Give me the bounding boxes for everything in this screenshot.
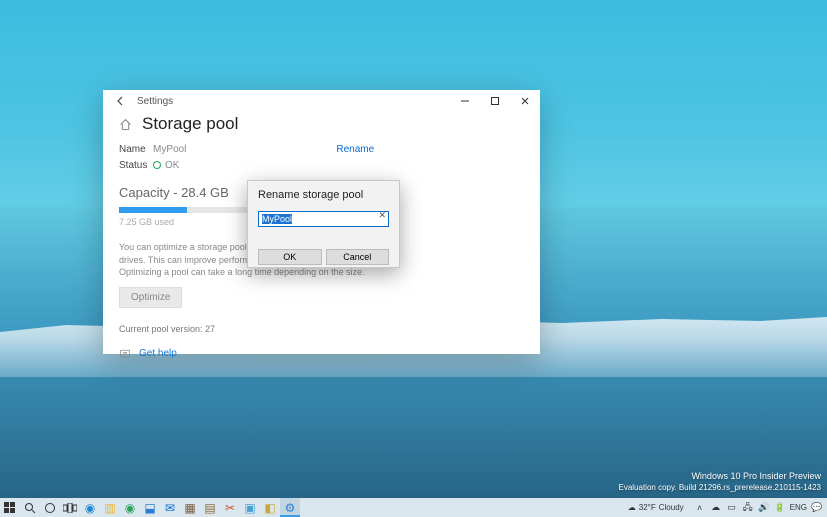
tray-language[interactable]: ENG [790, 503, 807, 512]
taskbar-app-chrome[interactable]: ◉ [120, 498, 140, 517]
task-view-button[interactable] [60, 498, 80, 517]
window-titlebar: Settings [103, 90, 540, 112]
start-button[interactable] [0, 498, 20, 517]
back-button[interactable] [111, 91, 131, 111]
taskbar-app-explorer[interactable]: ▥ [100, 498, 120, 517]
help-icon [119, 348, 131, 360]
tray-volume-icon[interactable]: 🔊 [758, 502, 770, 513]
taskbar-app-snip[interactable]: ✂ [220, 498, 240, 517]
windows-watermark: Windows 10 Pro Insider Preview Evaluatio… [618, 471, 821, 493]
home-icon[interactable] [119, 118, 132, 131]
name-value: MyPool [153, 144, 186, 155]
cortana-button[interactable] [40, 498, 60, 517]
taskbar-app-store[interactable]: ⬓ [140, 498, 160, 517]
clear-input-icon[interactable]: ✕ [378, 210, 386, 221]
tray-network-icon[interactable]: 🖧 [742, 500, 754, 516]
rename-dialog: Rename storage pool ✕ OK Cancel [247, 180, 400, 268]
name-label: Name [119, 144, 153, 155]
taskbar-app-generic4[interactable]: ◧ [260, 498, 280, 517]
dialog-title: Rename storage pool [258, 189, 389, 201]
tray-notifications-icon[interactable]: 💬 [811, 502, 823, 513]
taskbar-app-settings[interactable]: ⚙ [280, 498, 300, 517]
optimize-button[interactable]: Optimize [119, 287, 182, 308]
tray-battery-icon[interactable]: 🔋 [774, 502, 786, 513]
taskbar: ◉ ▥ ◉ ⬓ ✉ ▦ ▤ ✂ ▣ ◧ ⚙ ☁ 32°F Cloudy ˄ ☁ … [0, 498, 827, 517]
tray-chevron-icon[interactable]: ˄ [694, 503, 706, 513]
weather-icon: ☁ [628, 503, 636, 512]
taskbar-app-generic3[interactable]: ▣ [240, 498, 260, 517]
taskbar-app-edge[interactable]: ◉ [80, 498, 100, 517]
page-title: Storage pool [142, 114, 238, 134]
tray-meet-icon[interactable]: ▭ [726, 502, 738, 513]
status-value: OK [153, 160, 179, 171]
close-button[interactable] [510, 90, 540, 112]
taskbar-app-generic2[interactable]: ▤ [200, 498, 220, 517]
status-ok-icon [153, 161, 161, 169]
taskbar-weather[interactable]: ☁ 32°F Cloudy [628, 503, 684, 512]
tray-onedrive-icon[interactable]: ☁ [710, 502, 722, 513]
pool-version: Current pool version: 27 [119, 324, 524, 334]
rename-input[interactable] [258, 211, 389, 227]
taskbar-app-generic1[interactable]: ▦ [180, 498, 200, 517]
cancel-button[interactable]: Cancel [326, 249, 390, 265]
window-app-name: Settings [137, 96, 173, 107]
status-label: Status [119, 160, 153, 171]
maximize-button[interactable] [480, 90, 510, 112]
get-help-link[interactable]: Get help [139, 348, 177, 359]
rename-link[interactable]: Rename [336, 144, 374, 155]
ok-button[interactable]: OK [258, 249, 322, 265]
search-button[interactable] [20, 498, 40, 517]
taskbar-app-mail[interactable]: ✉ [160, 498, 180, 517]
minimize-button[interactable] [450, 90, 480, 112]
